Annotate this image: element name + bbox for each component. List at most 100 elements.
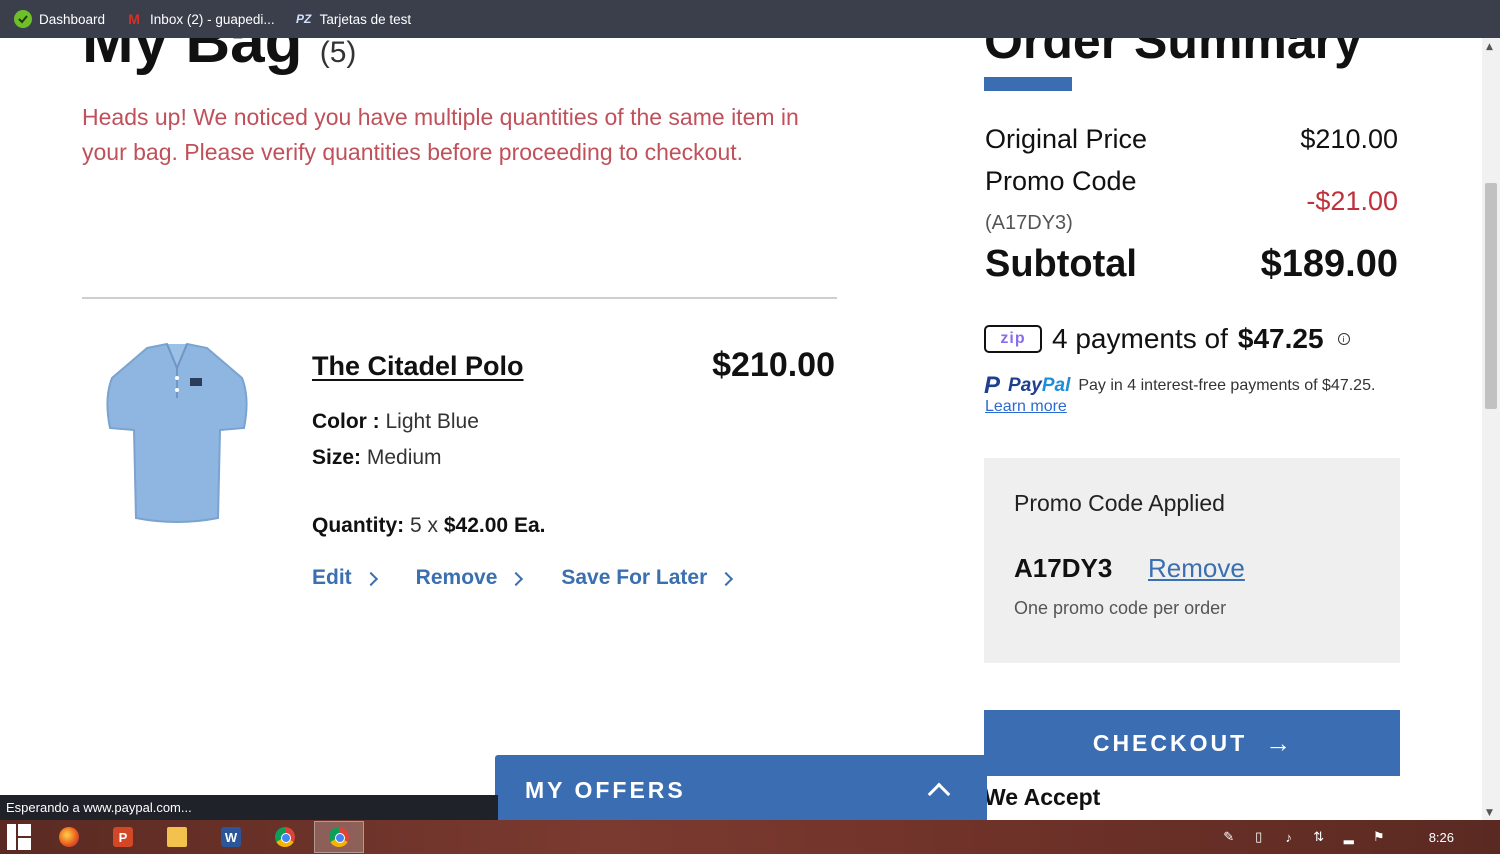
bookmark-dashboard[interactable]: Dashboard (14, 10, 105, 28)
clock[interactable]: 8:26 (1429, 830, 1454, 845)
powerpoint-icon: P (113, 827, 133, 847)
chevron-right-icon (719, 571, 734, 587)
color-value: Light Blue (385, 410, 479, 433)
product-color: Color : Light Blue (312, 410, 479, 434)
dashboard-icon (14, 10, 32, 28)
we-accept-heading: We Accept (984, 784, 1101, 810)
remove-label: Remove (415, 566, 498, 589)
arrow-right-icon: → (1265, 727, 1292, 758)
pen-icon[interactable]: ✎ (1221, 829, 1237, 845)
remove-promo-link[interactable]: Remove (1148, 553, 1245, 584)
bookmarks-bar: Dashboard M Inbox (2) - guapedi... PZ Ta… (0, 0, 1500, 38)
firefox-icon (59, 827, 79, 847)
volume-icon[interactable]: ♪ (1281, 829, 1297, 845)
zip-payments: zip 4 payments of $47.25 i (984, 323, 1350, 355)
chevron-right-icon (363, 571, 378, 587)
scroll-up-icon[interactable]: ▲ (1486, 42, 1493, 52)
product-price: $210.00 (712, 346, 835, 384)
bookmark-label: Tarjetas de test (319, 11, 412, 27)
paypal-learn-more-link[interactable]: Learn more (985, 398, 1067, 416)
paypal-icon: P (984, 372, 1001, 399)
divider (82, 297, 837, 299)
taskbar-app-explorer[interactable] (152, 821, 202, 853)
chrome-icon (329, 827, 349, 847)
taskbar-app-chrome-active[interactable] (314, 821, 364, 853)
original-price-label: Original Price (985, 124, 1148, 154)
quantity-count: 5 x (410, 514, 439, 537)
network-icon[interactable]: ⇅ (1311, 829, 1327, 845)
info-icon[interactable]: i (1337, 333, 1350, 345)
paypal-logo-pal: Pal (1041, 375, 1071, 396)
promo-discount-value: -$21.00 (1306, 186, 1398, 216)
edit-label: Edit (312, 566, 352, 589)
paypal-text: Pay in 4 interest-free payments of $47.2… (1078, 377, 1376, 394)
taskbar-app-firefox[interactable] (44, 821, 94, 853)
original-price-value: $210.00 (1300, 124, 1398, 154)
item-actions: Edit Remove Save For Later (312, 566, 734, 590)
summary-accent-bar (984, 77, 1072, 91)
file-explorer-icon (167, 827, 187, 847)
product-name-link[interactable]: The Citadel Polo (312, 351, 524, 382)
signal-icon[interactable]: ▂ (1341, 829, 1357, 845)
paypal-logo-pay: Pay (1008, 375, 1042, 396)
system-tray: ✎ ▯ ♪ ⇅ ▂ ⚑ 8:26 (1221, 820, 1500, 854)
action-center-flag-icon[interactable]: ⚑ (1371, 829, 1387, 845)
subtotal-label: Subtotal (985, 243, 1137, 285)
promo-applied-box: Promo Code Applied A17DY3 Remove One pro… (984, 458, 1400, 663)
product-image[interactable] (92, 338, 262, 538)
paypal-payments: P PayPal Pay in 4 interest-free payments… (984, 372, 1375, 400)
promo-note: One promo code per order (1014, 598, 1227, 618)
bookmark-label: Inbox (2) - guapedi... (150, 11, 275, 27)
product-size: Size: Medium (312, 446, 442, 470)
taskbar: P W ✎ ▯ ♪ ⇅ ▂ ⚑ 8:26 (0, 820, 1500, 854)
bag-heading: My Bag (5) (82, 38, 356, 77)
bookmark-inbox[interactable]: M Inbox (2) - guapedi... (125, 10, 275, 28)
checkout-button[interactable]: CHECKOUT → (984, 710, 1400, 776)
size-label: Size: (312, 446, 362, 469)
unit-price: $42.00 Ea. (443, 514, 546, 537)
taskbar-app-powerpoint[interactable]: P (98, 821, 148, 853)
save-for-later-label: Save For Later (561, 566, 708, 589)
taskbar-app-word[interactable]: W (206, 821, 256, 853)
bag-count: (5) (319, 38, 357, 69)
chevron-up-icon (927, 782, 951, 806)
size-value: Medium (366, 446, 442, 469)
my-offers-label: MY OFFERS (525, 776, 686, 803)
my-offers-toggle[interactable]: MY OFFERS (495, 755, 987, 820)
quantity-notice: Heads up! We noticed you have multiple q… (82, 104, 799, 165)
scroll-down-icon[interactable]: ▼ (1486, 808, 1493, 818)
subtotal-value: $189.00 (1260, 243, 1398, 285)
zip-logo-text: zip (1000, 330, 1026, 347)
page-scrollbar[interactable]: ▲ ▼ (1482, 38, 1500, 820)
bookmark-label: Dashboard (39, 11, 106, 27)
scrollbar-thumb[interactable] (1485, 183, 1497, 409)
paypal-logo: PayPal (1008, 375, 1070, 397)
checkout-label: CHECKOUT (1092, 729, 1248, 756)
remove-item-link[interactable]: Remove (415, 566, 524, 590)
zip-logo: zip (984, 325, 1042, 353)
promo-applied-title: Promo Code Applied (1014, 490, 1225, 516)
promo-code-label: Promo Code (985, 166, 1137, 196)
bookmark-tarjetas[interactable]: PZ Tarjetas de test (295, 10, 412, 28)
zip-amount: $47.25 (1237, 323, 1324, 354)
promo-code-applied: (A17DY3) (985, 212, 1073, 234)
battery-icon[interactable]: ▯ (1251, 829, 1267, 845)
color-label: Color : (312, 410, 380, 433)
zip-text: 4 payments of (1052, 323, 1228, 354)
chevron-right-icon (509, 571, 524, 587)
product-quantity: Quantity: 5 x $42.00 Ea. (312, 514, 545, 538)
page-viewport: My Bag (5) Heads up! We noticed you have… (0, 38, 1482, 820)
windows-start-icon (7, 824, 33, 850)
save-for-later-link[interactable]: Save For Later (561, 566, 734, 590)
taskbar-app-chrome[interactable] (260, 821, 310, 853)
polo-shirt-icon (106, 342, 248, 523)
bag-title: My Bag (82, 38, 303, 76)
chrome-icon (275, 827, 295, 847)
edit-link[interactable]: Edit (312, 566, 378, 590)
word-icon: W (221, 827, 241, 847)
gmail-icon: M (128, 11, 140, 27)
order-summary-title: Order Summary (984, 38, 1362, 69)
quantity-label: Quantity: (312, 514, 405, 537)
browser-status-text: Esperando a www.paypal.com... (0, 795, 498, 820)
start-button[interactable] (0, 820, 40, 854)
